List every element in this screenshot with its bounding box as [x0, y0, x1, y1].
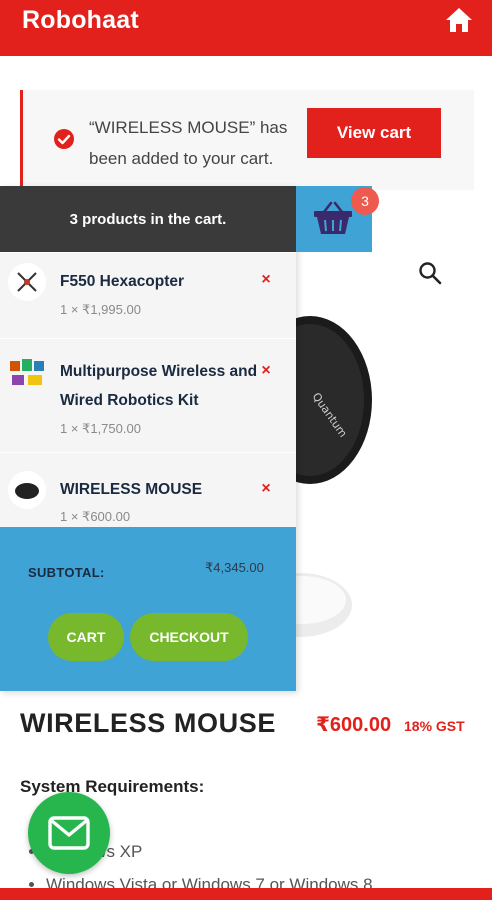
subtotal-value: ₹4,345.00: [205, 560, 264, 575]
cart-item-meta: 1 × ₹1,995.00: [60, 302, 141, 317]
product-price: ₹600.00: [316, 714, 392, 736]
cart-item: WIRELESS MOUSE 1 × ₹600.00 ×: [0, 452, 296, 527]
hexacopter-thumbnail[interactable]: [8, 263, 46, 301]
cart-button[interactable]: CART: [48, 613, 124, 661]
subtotal-label: SUBTOTAL:: [28, 565, 105, 580]
product-title: WIRELESS MOUSE: [20, 708, 276, 738]
top-bar: Robohaat: [0, 0, 492, 56]
mouse-thumbnail[interactable]: [8, 471, 46, 509]
cart-item-name[interactable]: Multipurpose Wireless and Wired Robotics…: [60, 357, 260, 415]
mini-cart-panel: 3 products in the cart. F550 Hexacopter …: [0, 186, 296, 691]
mini-cart-footer: SUBTOTAL: ₹4,345.00 CART CHECKOUT: [0, 527, 296, 691]
remove-item-icon[interactable]: ×: [258, 363, 274, 379]
cart-item: F550 Hexacopter 1 × ₹1,995.00 ×: [0, 252, 296, 338]
robotics-kit-thumbnail[interactable]: [8, 353, 46, 391]
checkout-button[interactable]: CHECKOUT: [130, 613, 248, 661]
bottom-bar: [0, 888, 492, 900]
search-icon[interactable]: [418, 261, 442, 285]
notice-message: “WIRELESS MOUSE” has been added to your …: [89, 118, 288, 168]
email-icon: [48, 816, 90, 850]
cart-item-name[interactable]: WIRELESS MOUSE: [60, 475, 260, 504]
home-icon[interactable]: [444, 6, 474, 34]
view-cart-button[interactable]: View cart: [307, 108, 441, 158]
added-to-cart-notice: “WIRELESS MOUSE” has been added to your …: [20, 90, 474, 190]
email-fab-button[interactable]: [28, 792, 110, 874]
cart-count-badge: 3: [351, 187, 379, 215]
cart-item-meta: 1 × ₹600.00: [60, 509, 131, 524]
check-circle-icon: [53, 128, 75, 150]
remove-item-icon[interactable]: ×: [258, 272, 274, 288]
cart-item-name[interactable]: F550 Hexacopter: [60, 267, 260, 296]
brand-logo-text[interactable]: Robohaat: [22, 6, 139, 35]
mini-cart-heading: 3 products in the cart.: [0, 186, 296, 252]
cart-item-meta: 1 × ₹1,750.00: [60, 421, 141, 436]
basket-icon: [312, 200, 354, 236]
tax-note: 18% GST: [404, 718, 465, 734]
cart-item: Multipurpose Wireless and Wired Robotics…: [0, 338, 296, 452]
remove-item-icon[interactable]: ×: [258, 481, 274, 497]
requirements-heading: System Requirements:: [20, 777, 205, 796]
